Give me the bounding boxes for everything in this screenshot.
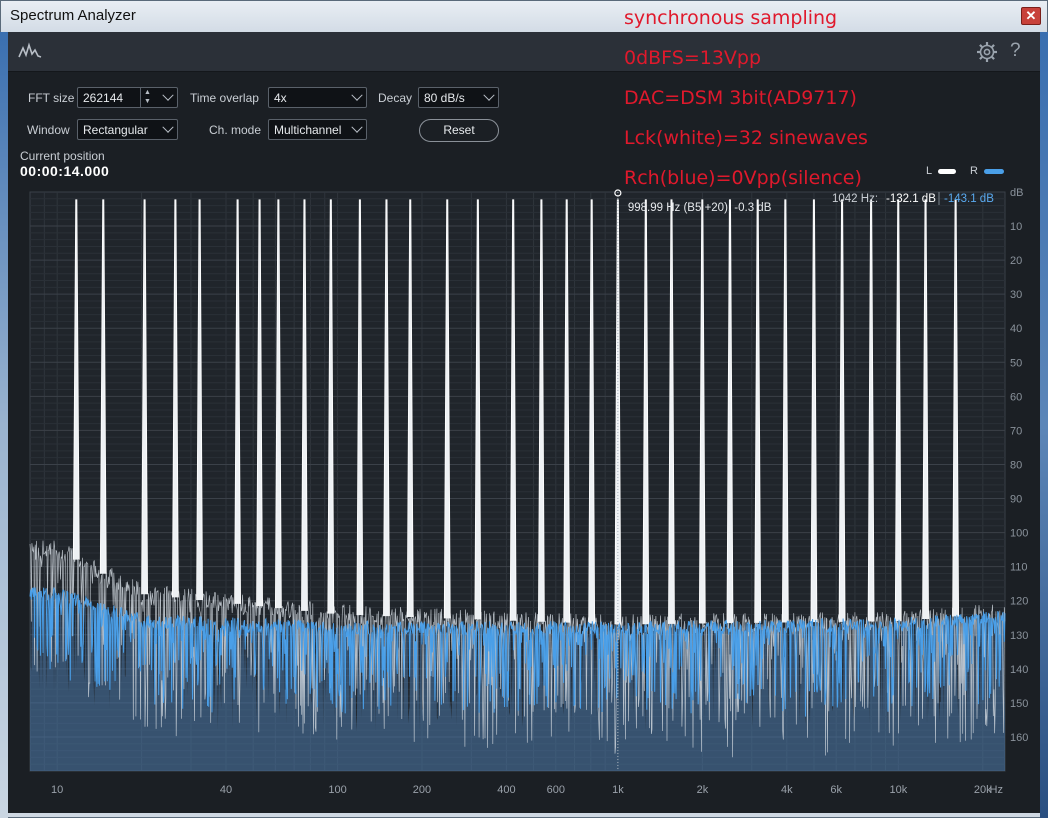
spectrum-plot[interactable]: dB 10 20 30 40 50 60 70 80 90 100 110 120 130 140 150 16…: [20, 186, 1030, 812]
decay-label: Decay: [378, 91, 413, 105]
fft-size-label: FFT size: [28, 91, 75, 105]
annotation-2: 0dBFS=13Vpp: [624, 47, 762, 69]
analyzer-panel: ? FFT size 262144 ▲ ▼ Time overlap 4x Dec…: [8, 32, 1040, 813]
x-tick-label: 600: [547, 784, 565, 796]
x-axis-unit-label: Hz: [990, 784, 1003, 796]
annotation-3: DAC=DSM 3bit(AD9717): [624, 87, 857, 109]
time-overlap-select[interactable]: 4x: [268, 87, 367, 108]
close-button[interactable]: ✕: [1021, 7, 1041, 25]
annotation-5: Rch(blue)=0Vpp(silence): [624, 167, 862, 189]
fft-size-input[interactable]: 262144 ▲ ▼: [77, 87, 178, 108]
decay-select[interactable]: 80 dB/s: [418, 87, 499, 108]
x-tick-label: 10k: [890, 784, 908, 796]
legend-l-swatch[interactable]: [938, 169, 956, 174]
chevron-down-icon: [351, 89, 363, 101]
y-tick-label: 30: [1010, 289, 1022, 301]
help-icon[interactable]: ?: [1010, 40, 1021, 62]
chevron-down-icon: [351, 121, 363, 133]
x-tick-label: 10: [51, 784, 63, 796]
spectrum-logo-icon: [18, 42, 42, 58]
x-tick-label: 4k: [781, 784, 793, 796]
desktop-background-right: [1040, 32, 1048, 818]
chmode-value: Multichannel: [274, 123, 342, 137]
desktop-background-left: [0, 32, 8, 818]
y-tick-label: 80: [1010, 459, 1022, 471]
y-tick-label: 100: [1010, 528, 1028, 540]
cursor-readout: 998.99 Hz (B5 +20), -0.3 dB: [628, 202, 772, 214]
readout-r-value: -143.1 dB: [944, 193, 994, 205]
y-tick-label: 110: [1010, 562, 1028, 574]
x-tick-label: 400: [497, 784, 515, 796]
chmode-label: Ch. mode: [209, 123, 262, 137]
chevron-down-icon: [162, 121, 174, 133]
y-tick-label: 120: [1010, 596, 1028, 608]
annotation-4: Lck(white)=32 sinewaves: [624, 127, 868, 149]
chmode-select[interactable]: Multichannel: [268, 119, 367, 140]
time-overlap-value: 4x: [274, 91, 287, 105]
legend-r-swatch[interactable]: [984, 169, 1004, 174]
reset-button[interactable]: Reset: [419, 119, 499, 142]
y-tick-label: 90: [1010, 494, 1022, 506]
toolbar-strip: ?: [8, 32, 1040, 72]
current-position-label: Current position: [20, 149, 105, 163]
decay-value: 80 dB/s: [424, 91, 465, 105]
current-position-value: 00:00:14.000: [20, 163, 110, 179]
title-bar[interactable]: Spectrum Analyzer ✕: [1, 1, 1047, 32]
chevron-down-icon[interactable]: [162, 89, 174, 101]
y-tick-label: 70: [1010, 425, 1022, 437]
y-tick-label: 150: [1010, 698, 1028, 710]
x-tick-label: 200: [413, 784, 431, 796]
y-tick-label: 40: [1010, 323, 1022, 335]
window-value: Rectangular: [83, 123, 148, 137]
x-tick-label: 100: [328, 784, 346, 796]
y-tick-label: 140: [1010, 664, 1028, 676]
time-overlap-label: Time overlap: [190, 91, 259, 105]
x-tick-label: 40: [220, 784, 232, 796]
y-tick-label: 20: [1010, 255, 1022, 267]
fft-size-value: 262144: [83, 91, 124, 105]
legend-r-label: R: [970, 165, 978, 177]
fft-size-stepper[interactable]: ▲ ▼: [140, 88, 154, 107]
y-tick-label: 50: [1010, 357, 1022, 369]
chevron-down-icon: [483, 89, 495, 101]
x-tick-label: 2k: [697, 784, 709, 796]
legend-l-label: L: [926, 165, 933, 177]
window-title: Spectrum Analyzer: [10, 7, 136, 24]
y-tick-label: 160: [1010, 732, 1028, 744]
window-select[interactable]: Rectangular: [77, 119, 178, 140]
window-label: Window: [27, 123, 70, 137]
annotation-1: synchronous sampling: [624, 7, 838, 29]
readout-l-value: -132.1 dB: [886, 193, 936, 205]
x-tick-label: 1k: [612, 784, 624, 796]
y-tick-label: 130: [1010, 630, 1028, 642]
y-tick-label: 10: [1010, 221, 1022, 233]
y-axis-unit-label: dB: [1010, 187, 1023, 199]
x-tick-label: 6k: [830, 784, 842, 796]
readout-frequency: 1042 Hz:: [832, 193, 878, 205]
gear-icon[interactable]: [976, 41, 998, 63]
y-tick-label: 60: [1010, 391, 1022, 403]
